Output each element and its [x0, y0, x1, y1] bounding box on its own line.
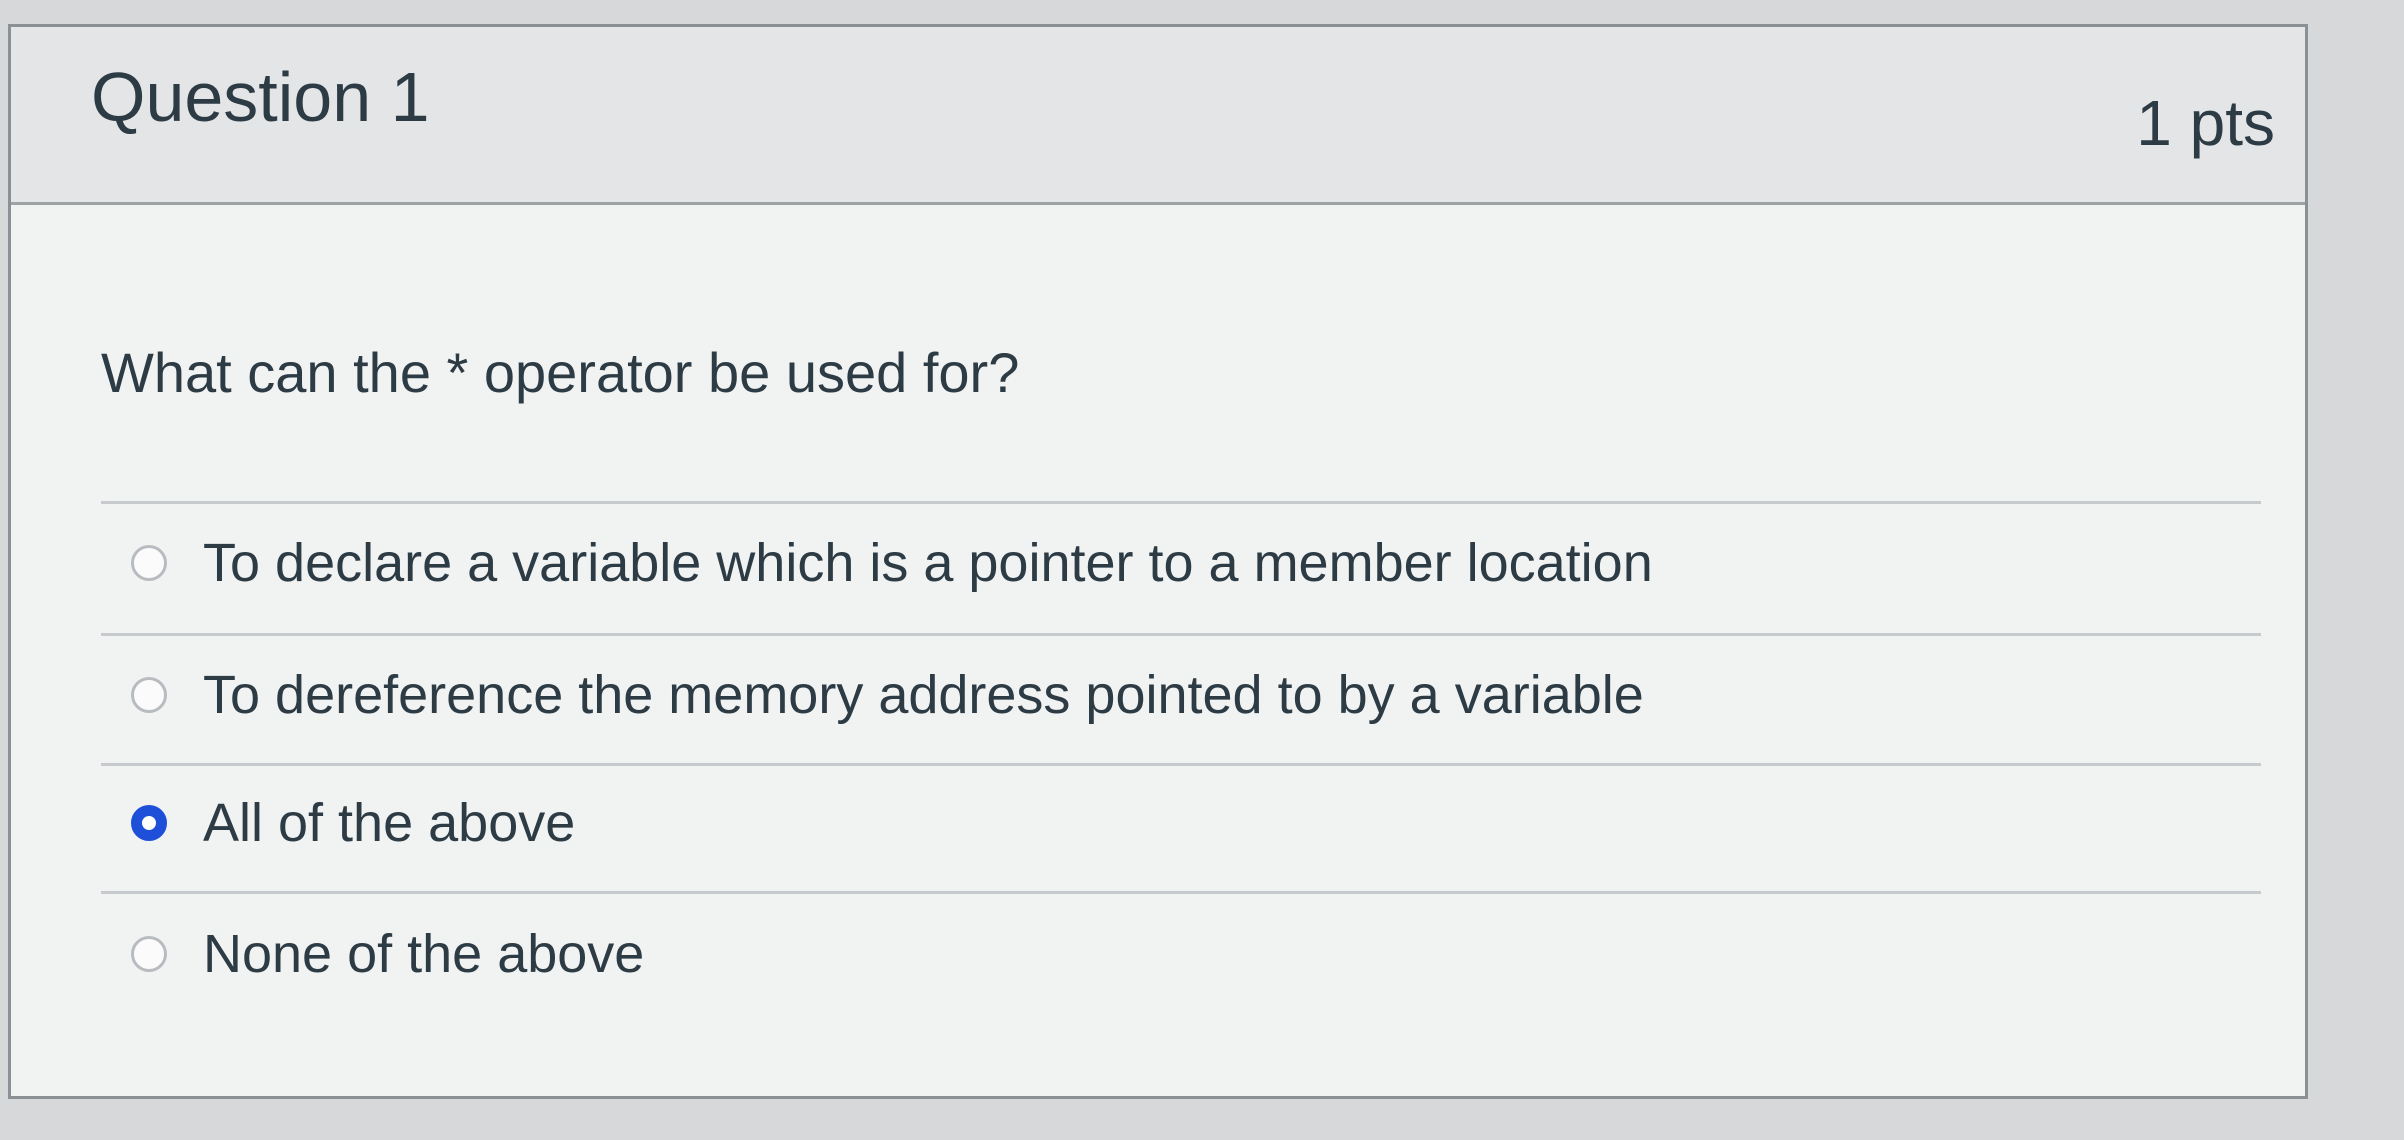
- answer-option-2[interactable]: To dereference the memory address pointe…: [131, 660, 1644, 730]
- answer-divider: [101, 891, 2261, 894]
- answer-option-1[interactable]: To declare a variable which is a pointer…: [131, 528, 1653, 598]
- radio-button-2[interactable]: [131, 677, 167, 713]
- question-header: Question 1 1 pts: [11, 27, 2305, 205]
- question-body: What can the * operator be used for? To …: [11, 205, 2305, 1096]
- answer-label-2: To dereference the memory address pointe…: [203, 665, 1644, 725]
- answer-label-3: All of the above: [203, 793, 576, 853]
- answer-option-4[interactable]: None of the above: [131, 919, 644, 989]
- radio-button-3-selected[interactable]: [131, 805, 167, 841]
- answer-divider: [101, 633, 2261, 636]
- answer-label-1: To declare a variable which is a pointer…: [203, 533, 1653, 593]
- radio-button-1[interactable]: [131, 545, 167, 581]
- quiz-question-card: Question 1 1 pts What can the * operator…: [8, 24, 2308, 1099]
- answer-option-3[interactable]: All of the above: [131, 788, 575, 858]
- answer-label-4: None of the above: [203, 924, 645, 984]
- question-text: What can the * operator be used for?: [101, 341, 1020, 404]
- question-title: Question 1: [91, 58, 430, 136]
- answer-divider: [101, 501, 2261, 504]
- radio-button-4[interactable]: [131, 936, 167, 972]
- question-points: 1 pts: [2136, 87, 2275, 159]
- answer-divider: [101, 763, 2261, 766]
